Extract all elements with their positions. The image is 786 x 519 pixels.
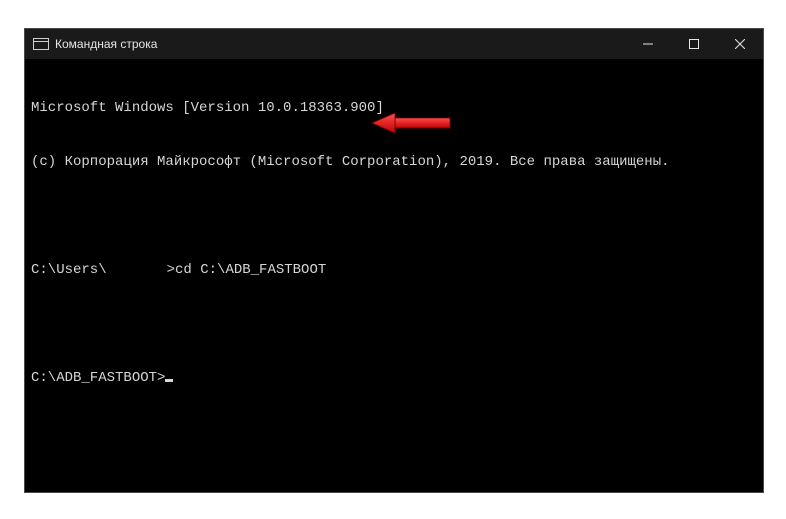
close-icon xyxy=(735,39,745,49)
current-prompt: C:\ADB_FASTBOOT> xyxy=(31,370,165,386)
maximize-icon xyxy=(689,39,699,49)
terminal-prompt-line: C:\Users\ >cd C:\ADB_FASTBOOT xyxy=(31,261,757,279)
terminal-blank xyxy=(31,477,757,492)
terminal-prompt-line: C:\ADB_FASTBOOT> xyxy=(31,369,757,387)
cmd-icon xyxy=(33,38,49,50)
maximize-button[interactable] xyxy=(671,29,717,59)
window-controls xyxy=(625,29,763,59)
typed-command: cd C:\ADB_FASTBOOT xyxy=(175,262,326,278)
prompt-prefix: C:\Users\ xyxy=(31,262,107,278)
terminal-line: Microsoft Windows [Version 10.0.18363.90… xyxy=(31,99,757,117)
terminal-line: (c) Корпорация Майкрософт (Microsoft Cor… xyxy=(31,153,757,171)
titlebar[interactable]: Командная строка xyxy=(25,29,763,59)
terminal-output[interactable]: Microsoft Windows [Version 10.0.18363.90… xyxy=(25,59,763,492)
close-button[interactable] xyxy=(717,29,763,59)
minimize-button[interactable] xyxy=(625,29,671,59)
redacted-username xyxy=(107,261,167,275)
prompt-suffix: > xyxy=(167,262,175,278)
terminal-blank xyxy=(31,423,757,441)
command-prompt-window: Командная строка Microsoft Windows [Vers… xyxy=(24,28,764,493)
window-title: Командная строка xyxy=(55,37,157,51)
minimize-icon xyxy=(643,39,653,49)
terminal-blank xyxy=(31,315,757,333)
cursor xyxy=(165,379,173,382)
terminal-blank xyxy=(31,207,757,225)
